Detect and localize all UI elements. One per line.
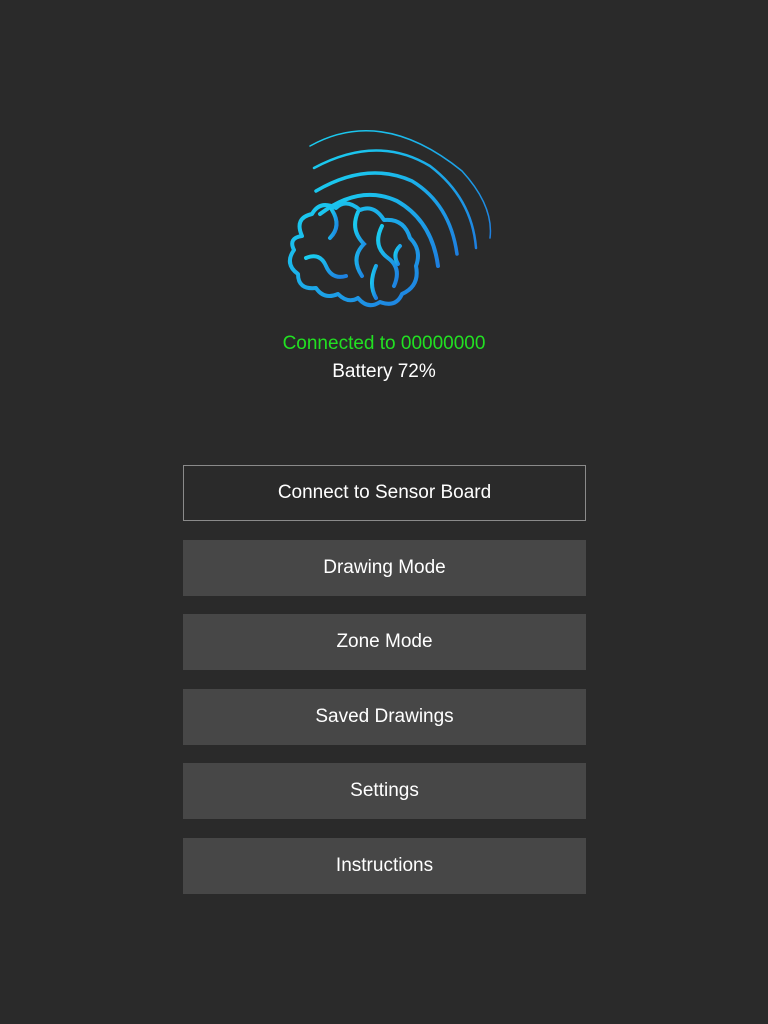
brain-signal-icon bbox=[272, 126, 502, 316]
connection-status: Connected to 00000000 bbox=[282, 333, 486, 354]
instructions-button[interactable]: Instructions bbox=[183, 837, 586, 894]
battery-status: Battery 72% bbox=[332, 361, 436, 382]
home-screen: Connected to 00000000 Battery 72% Connec… bbox=[0, 0, 768, 1024]
drawing-mode-button[interactable]: Drawing Mode bbox=[183, 539, 586, 596]
settings-button[interactable]: Settings bbox=[183, 763, 586, 819]
main-menu: Connect to Sensor Board Drawing Mode Zon… bbox=[183, 465, 586, 912]
connect-sensor-board-button[interactable]: Connect to Sensor Board bbox=[183, 465, 586, 521]
saved-drawings-button[interactable]: Saved Drawings bbox=[183, 688, 586, 745]
zone-mode-button[interactable]: Zone Mode bbox=[183, 614, 586, 670]
